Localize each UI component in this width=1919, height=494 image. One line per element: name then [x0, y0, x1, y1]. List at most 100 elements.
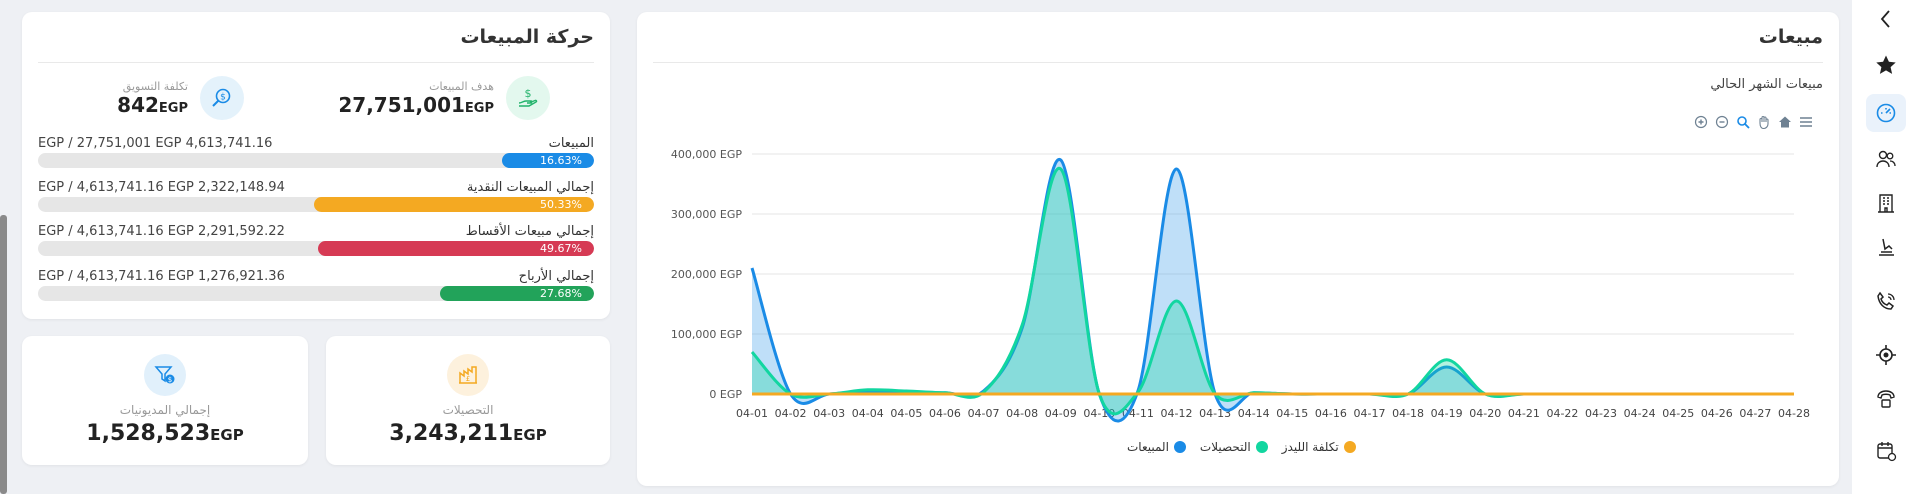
menu-icon[interactable] [1797, 113, 1815, 131]
progress-fill: 16.63% [501, 153, 594, 168]
legend-dot-collections [1255, 441, 1268, 453]
progress-row: EGP / 27,751,001 EGP 4,613,741.16 المبيعا… [38, 136, 594, 170]
x-tick-label: 04-22 [1546, 407, 1578, 420]
zoom-in-icon[interactable] [1692, 113, 1710, 131]
card-title: مبيعات [1758, 26, 1823, 48]
y-tick-label: 400,000 EGP [671, 148, 742, 161]
divider [38, 62, 594, 63]
svg-text:$: $ [168, 376, 172, 384]
x-tick-label: 04-06 [929, 407, 961, 420]
total-debts-card: $ إجمالي المديونيات 1,528,523EGP [22, 336, 308, 465]
x-tick-label: 04-18 [1392, 407, 1424, 420]
target-icon[interactable] [1866, 336, 1906, 374]
star-icon[interactable] [1866, 46, 1906, 84]
y-tick-label: 100,000 EGP [671, 328, 742, 341]
x-tick-label: 04-27 [1739, 407, 1771, 420]
progress-detail: EGP / 27,751,001 EGP 4,613,741.16 [38, 136, 273, 151]
home-icon[interactable] [1776, 113, 1794, 131]
series-area-sales [752, 159, 1794, 422]
sales-area-chart: 0 EGP 100,000 EGP 200,000 EGP 300,000 EGP 40… [671, 148, 1810, 423]
x-tick-label: 04-05 [890, 407, 922, 420]
progress-detail: EGP / 4,613,741.16 EGP 2,322,148.94 [38, 180, 285, 195]
chevron-left-icon[interactable] [1866, 0, 1906, 38]
progress-percent: 16.63% [540, 154, 582, 167]
progress-detail: EGP / 4,613,741.16 EGP 1,276,921.36 [38, 269, 285, 284]
chart-toolbar [1692, 113, 1815, 131]
x-tick-label: 04-24 [1624, 407, 1656, 420]
x-tick-label: 04-26 [1701, 407, 1733, 420]
search-zoom-icon[interactable] [1734, 113, 1752, 131]
y-tick-label: 200,000 EGP [671, 268, 742, 281]
x-tick-label: 04-07 [968, 407, 1000, 420]
legend-label: التحصيلات [1199, 440, 1251, 454]
series-line-collections[interactable] [750, 167, 1794, 416]
progress-label: المبيعات [548, 136, 594, 151]
stat-value: 1,528,523EGP [86, 421, 244, 446]
sales-movement-card: حركة المبيعات هدف المبيعات 27,751,001EGP… [22, 12, 610, 319]
divider [653, 62, 1823, 63]
progress-label: إجمالي المبيعات النقدية [466, 180, 594, 195]
legend-item-collections[interactable]: التحصيلات [1200, 440, 1268, 454]
kpi-value: 842EGP [117, 92, 188, 117]
kpi-marketing-cost: تكلفة التسويق 842EGP $ [117, 76, 244, 120]
series-line-sales[interactable] [750, 158, 1794, 423]
legend-label: المبيعات [1127, 440, 1169, 454]
users-icon[interactable] [1866, 140, 1906, 178]
x-tick-label: 04-25 [1662, 407, 1694, 420]
progress-detail: EGP / 4,613,741.16 EGP 2,291,592.22 [38, 224, 285, 239]
funnel-dollar-icon: $ [144, 354, 186, 396]
svg-text:$: $ [220, 93, 226, 103]
x-tick-label: 04-21 [1508, 407, 1540, 420]
progress-track: 27.68% [38, 286, 594, 301]
series-area-collections [752, 168, 1794, 414]
progress-label: إجمالي الأرباح [518, 269, 594, 284]
progress-fill: 50.33% [314, 197, 594, 212]
progress-label: إجمالي مبيعات الأقساط [465, 224, 594, 239]
sales-chart-card: مبيعات مبيعات الشهر الحالي 0 EGP 100,000 … [637, 12, 1839, 486]
progress-fill: 49.67% [317, 241, 594, 256]
legend-dot-leads-cost [1343, 441, 1356, 453]
x-tick-label: 04-08 [1006, 407, 1038, 420]
pan-hand-icon[interactable] [1755, 113, 1773, 131]
right-sidebar [1852, 0, 1919, 494]
x-tick-label: 04-23 [1585, 407, 1617, 420]
chart-legend: المبيعات التحصيلات تكلفة الليدز [1127, 440, 1356, 454]
progress-fill: 27.68% [440, 286, 594, 301]
x-tick-label: 04-16 [1315, 407, 1347, 420]
progress-row: EGP / 4,613,741.16 EGP 2,322,148.94 إجمال… [38, 180, 594, 214]
collections-card: £ التحصيلات 3,243,211EGP [326, 336, 610, 465]
y-tick-label: 0 EGP [709, 388, 742, 401]
progress-row: EGP / 4,613,741.16 EGP 1,276,921.36 إجمال… [38, 269, 594, 303]
phone-icon[interactable] [1866, 283, 1906, 321]
x-tick-label: 04-20 [1469, 407, 1501, 420]
progress-percent: 49.67% [540, 242, 582, 255]
building-icon[interactable] [1866, 184, 1906, 222]
x-tick-label: 04-17 [1353, 407, 1385, 420]
x-tick-label: 04-09 [1045, 407, 1077, 420]
zoom-out-icon[interactable] [1713, 113, 1731, 131]
y-tick-label: 300,000 EGP [671, 208, 742, 221]
x-tick-label: 04-01 [736, 407, 768, 420]
legend-item-leads-cost[interactable]: تكلفة الليدز [1282, 440, 1356, 454]
x-tick-label: 04-14 [1238, 407, 1270, 420]
kpi-value: 27,751,001EGP [338, 92, 494, 117]
kpi-label: تكلفة التسويق [122, 79, 188, 93]
page-scrollbar[interactable] [0, 215, 7, 494]
calendar-settings-icon[interactable] [1866, 432, 1906, 470]
x-tick-label: 04-28 [1778, 407, 1810, 420]
call-center-icon[interactable] [1866, 380, 1906, 418]
kpi-label: هدف المبيعات [429, 79, 494, 93]
dollar-hand-icon: $ [506, 76, 550, 120]
legend-label: تكلفة الليدز [1281, 440, 1339, 454]
kpi-sales-target: هدف المبيعات 27,751,001EGP $ [338, 76, 550, 120]
legend-item-sales[interactable]: المبيعات [1127, 440, 1186, 454]
legend-dot-sales [1173, 441, 1186, 453]
x-tick-label: 04-19 [1431, 407, 1463, 420]
dashboard-gauge-icon[interactable] [1866, 94, 1906, 132]
x-tick-label: 04-04 [852, 407, 884, 420]
installment-icon[interactable] [1866, 228, 1906, 266]
x-tick-label: 04-12 [1161, 407, 1193, 420]
progress-track: 49.67% [38, 241, 594, 256]
progress-row: EGP / 4,613,741.16 EGP 2,291,592.22 إجمال… [38, 224, 594, 258]
x-tick-label: 04-02 [775, 407, 807, 420]
